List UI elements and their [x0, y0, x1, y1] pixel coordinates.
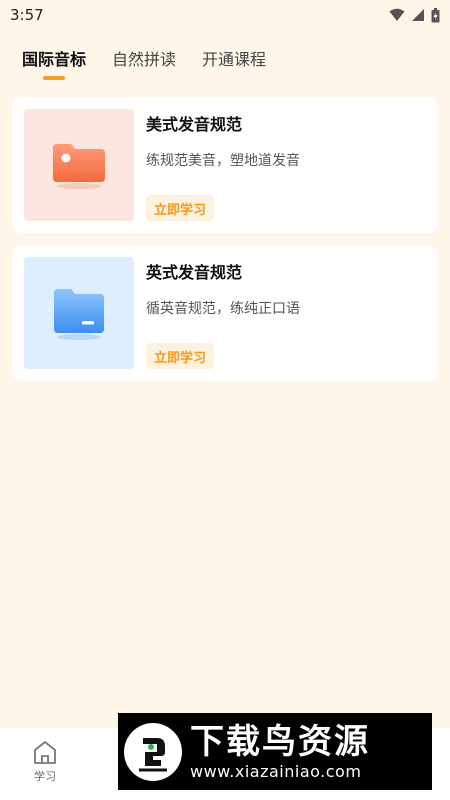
signal-icon: [412, 9, 424, 21]
watermark-title: 下载鸟资源: [190, 721, 370, 762]
course-thumbnail: [24, 257, 134, 369]
watermark-text: 下载鸟资源 www.xiazainiao.com: [190, 722, 370, 782]
watermark-banner: 下载鸟资源 www.xiazainiao.com: [118, 713, 432, 790]
course-thumbnail: [24, 109, 134, 221]
course-title: 英式发音规范: [146, 263, 243, 282]
wifi-icon: [389, 8, 405, 21]
bird-logo-icon: [139, 737, 167, 771]
nav-item-study[interactable]: 学习: [22, 738, 68, 794]
watermark-logo: [124, 722, 182, 781]
blue-folder-icon: [54, 289, 104, 340]
orange-folder-icon: [53, 144, 105, 189]
course-title: 美式发音规范: [146, 115, 243, 134]
course-description: 练规范美音，塑地道发音: [146, 153, 300, 169]
home-icon: [34, 741, 56, 764]
tab-open-course[interactable]: 开通课程: [202, 38, 266, 80]
tab-active-indicator: [43, 76, 65, 80]
battery-icon: [431, 7, 440, 22]
course-description: 循英音规范，练纯正口语: [146, 301, 300, 317]
status-time: 3:57: [10, 6, 44, 24]
study-now-button[interactable]: 立即学习: [146, 195, 215, 221]
status-bar: 3:57: [0, 0, 450, 30]
watermark-url: www.xiazainiao.com: [190, 761, 362, 781]
tab-bar: 国际音标 自然拼读 开通课程: [0, 38, 450, 84]
course-card-british[interactable]: 英式发音规范 循英音规范，练纯正口语 立即学习: [12, 245, 438, 381]
tab-international-phonetics[interactable]: 国际音标: [22, 38, 86, 80]
course-card-american[interactable]: 美式发音规范 练规范美音，塑地道发音 立即学习: [12, 97, 438, 233]
study-now-button[interactable]: 立即学习: [146, 343, 215, 369]
tab-label: 开通课程: [202, 50, 267, 69]
tab-label: 国际音标: [22, 50, 87, 69]
nav-label: 学习: [34, 770, 56, 783]
tab-label: 自然拼读: [112, 50, 177, 69]
tab-natural-phonics[interactable]: 自然拼读: [112, 38, 176, 80]
status-icons: [389, 7, 440, 23]
